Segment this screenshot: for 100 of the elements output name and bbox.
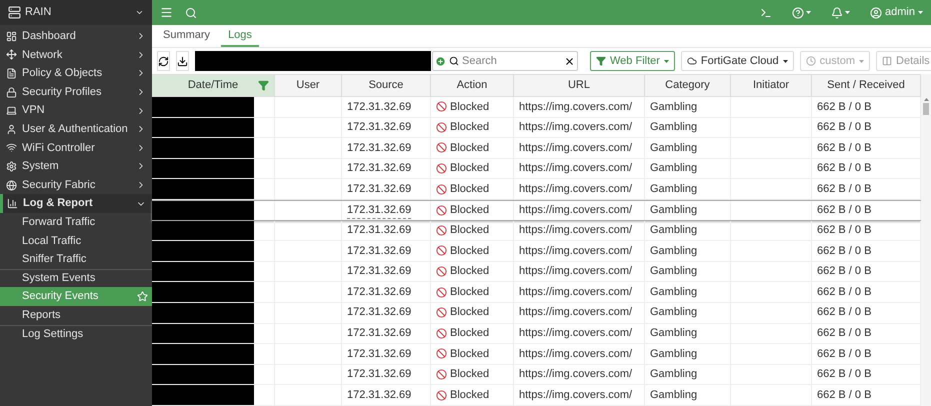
action-cell: Blocked <box>431 158 514 178</box>
menu-icon[interactable] <box>160 6 173 19</box>
table-row[interactable]: 172.31.32.69 Blocked https://img.covers.com/ Gambling 662 B / 0 B <box>152 324 921 344</box>
source-cell: 172.31.32.69 <box>342 118 431 138</box>
log-source-dropdown[interactable]: FortiGate Cloud <box>680 51 794 71</box>
tab[interactable]: Summary <box>156 25 218 47</box>
scrollbar-thumb[interactable] <box>923 103 929 115</box>
search-field[interactable]: Search <box>432 51 578 71</box>
web-filter-dropdown[interactable]: Web Filter <box>590 51 675 71</box>
blocked-icon <box>436 328 447 339</box>
sidebar-subitem[interactable]: Sniffer Traffic <box>0 250 152 269</box>
sidebar-item[interactable]: WiFi Controller <box>0 138 152 158</box>
sidebar-item[interactable]: Network <box>0 46 152 64</box>
sidebar-item[interactable]: Policy & Objects <box>0 64 152 83</box>
sidebar-item[interactable]: Security Profiles <box>0 82 152 102</box>
sidebar-subitem[interactable]: Forward Traffic <box>0 212 152 232</box>
column-header[interactable]: User <box>275 75 342 96</box>
category-cell: Gambling <box>645 138 731 158</box>
action-cell: Blocked <box>431 324 514 344</box>
column-header[interactable]: URL <box>514 75 645 96</box>
url-cell: https://img.covers.com/ <box>514 200 645 220</box>
star-icon[interactable] <box>137 291 148 302</box>
terminal-icon[interactable] <box>760 6 772 18</box>
url-cell: https://img.covers.com/ <box>514 118 645 138</box>
sidebar-item[interactable]: System <box>0 157 152 176</box>
notifications-button[interactable] <box>831 6 850 18</box>
category-cell: Gambling <box>645 118 731 138</box>
table-row[interactable]: 172.31.32.69 Blocked https://img.covers.com/ Gambling 662 B / 0 B <box>152 364 921 386</box>
table-row[interactable]: 172.31.32.69 Blocked https://img.covers.com/ Gambling 662 B / 0 B <box>152 282 921 303</box>
lock-icon <box>6 86 17 98</box>
column-header[interactable]: Category <box>645 75 731 96</box>
user-icon <box>870 6 882 18</box>
source-cell: 172.31.32.69 <box>342 241 431 261</box>
tab[interactable]: Logs <box>221 25 259 47</box>
column-header[interactable]: Initiator <box>731 75 812 96</box>
blocked-icon <box>436 286 447 298</box>
caret-icon <box>806 11 812 14</box>
sidebar-item[interactable]: Dashboard <box>0 27 152 46</box>
table-row[interactable]: 172.31.32.69 Blocked https://img.covers.com/ Gambling 662 B / 0 B <box>152 344 921 365</box>
sidebar-item[interactable]: Security Fabric <box>0 176 152 194</box>
category-cell: Gambling <box>645 385 731 405</box>
bar-chart-icon <box>7 198 18 210</box>
sidebar-subitem[interactable]: Local Traffic <box>0 232 152 250</box>
table-row[interactable]: 172.31.32.69 Blocked https://img.covers.com/ Gambling 662 B / 0 B <box>152 158 921 180</box>
sidebar-item[interactable]: User & Authentication <box>0 120 152 139</box>
url-cell: https://img.covers.com/ <box>514 220 645 240</box>
search-input[interactable]: Search <box>462 52 561 70</box>
category-cell: Gambling <box>645 364 731 384</box>
caret-icon <box>859 60 864 62</box>
dashboard-icon <box>6 30 17 42</box>
table-row[interactable]: 172.31.32.69 Blocked https://img.covers.com/ Gambling 662 B / 0 B <box>152 302 921 324</box>
search-icon[interactable] <box>185 6 197 18</box>
column-header[interactable]: Action <box>431 75 514 96</box>
settings-icon <box>6 160 17 172</box>
device-icon <box>8 6 21 19</box>
blocked-icon <box>436 101 447 112</box>
add-filter-icon[interactable] <box>435 56 446 66</box>
table-row[interactable]: 172.31.32.69 Blocked https://img.covers.com/ Gambling 662 B / 0 B <box>152 97 921 118</box>
action-cell: Blocked <box>431 364 514 384</box>
source-cell: 172.31.32.69 <box>342 97 431 117</box>
clear-icon[interactable] <box>564 56 575 66</box>
sidebar-subitem[interactable]: Reports <box>0 306 152 324</box>
action-cell: Blocked <box>431 385 514 405</box>
url-cell: https://img.covers.com/ <box>514 138 645 158</box>
table-row[interactable]: 172.31.32.69 Blocked https://img.covers.com/ Gambling 662 B / 0 B <box>152 118 921 138</box>
refresh-button[interactable] <box>157 51 170 71</box>
blocked-icon <box>436 369 447 380</box>
table-row[interactable]: 172.31.32.69 Blocked https://img.covers.com/ Gambling 662 B / 0 B <box>152 200 921 221</box>
table-row[interactable]: 172.31.32.69 Blocked https://img.covers.com/ Gambling 662 B / 0 B <box>152 138 921 159</box>
category-cell: Gambling <box>645 200 731 220</box>
blocked-icon <box>436 266 447 278</box>
help-button[interactable] <box>792 6 812 18</box>
sidebar-item[interactable]: Log & Report <box>0 194 152 213</box>
download-button[interactable] <box>176 51 189 71</box>
document-icon <box>6 68 17 79</box>
device-selector[interactable]: RAIN <box>0 0 152 25</box>
table-row[interactable]: 172.31.32.69 Blocked https://img.covers.com/ Gambling 662 B / 0 B <box>152 241 921 262</box>
sidebar-item[interactable]: VPN <box>0 101 152 120</box>
table-row[interactable]: 172.31.32.69 Blocked https://img.covers.com/ Gambling 662 B / 0 B <box>152 262 921 282</box>
blocked-icon <box>436 245 447 256</box>
table-row[interactable]: 172.31.32.69 Blocked https://img.covers.com/ Gambling 662 B / 0 B <box>152 385 921 406</box>
filter-icon[interactable] <box>258 80 269 91</box>
column-header[interactable]: Source <box>342 75 431 96</box>
blocked-icon <box>436 184 447 195</box>
blocked-icon <box>436 163 447 174</box>
url-cell: https://img.covers.com/ <box>514 97 645 117</box>
blocked-icon <box>436 122 447 133</box>
action-cell: Blocked <box>431 302 514 323</box>
help-icon <box>792 6 804 18</box>
column-header[interactable]: Date/Time <box>152 75 275 96</box>
scrollbar[interactable] <box>921 74 931 406</box>
table-row[interactable]: 172.31.32.69 Blocked https://img.covers.com/ Gambling 662 B / 0 B <box>152 220 921 242</box>
blocked-icon <box>436 390 447 401</box>
table-row[interactable]: 172.31.32.69 Blocked https://img.covers.com/ Gambling 662 B / 0 B <box>152 179 921 200</box>
source-cell: 172.31.32.69 <box>342 282 431 302</box>
category-cell: Gambling <box>645 179 731 199</box>
category-cell: Gambling <box>645 241 731 261</box>
blocked-icon <box>436 348 447 360</box>
category-cell: Gambling <box>645 97 731 117</box>
url-cell: https://img.covers.com/ <box>514 158 645 178</box>
